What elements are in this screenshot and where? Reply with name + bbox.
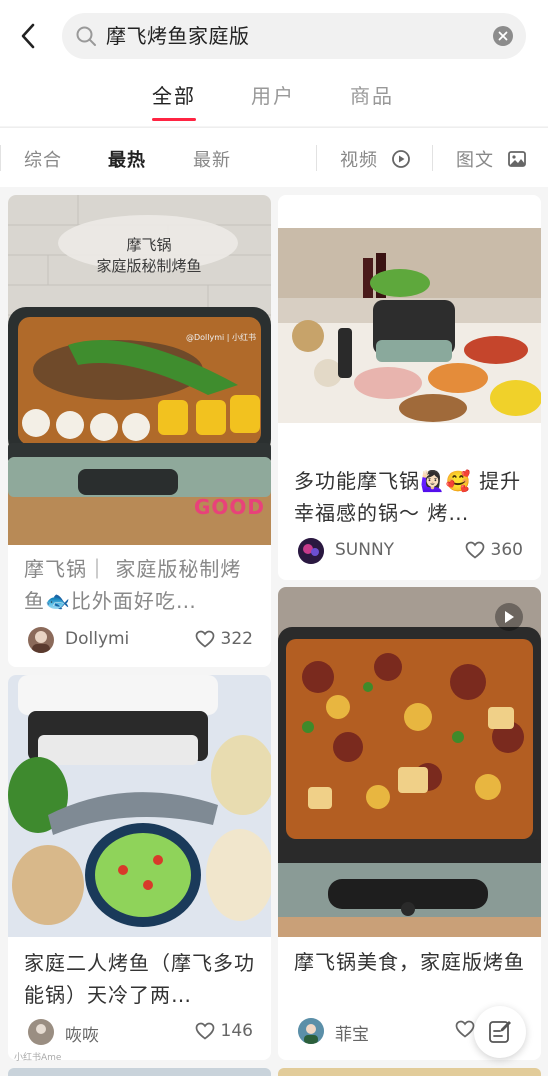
cover-watermark: @Dollymi | 小红书 <box>186 333 257 342</box>
filter-video[interactable]: 视频 <box>340 146 411 172</box>
heart-icon <box>195 1022 214 1040</box>
cover-sticker: GOOD <box>194 495 266 519</box>
edit-icon <box>489 1021 511 1043</box>
author-name[interactable]: Dollymi <box>65 629 129 649</box>
image-icon <box>507 151 526 167</box>
tab-users[interactable]: 用户 <box>251 80 295 109</box>
compose-button[interactable] <box>474 1006 526 1058</box>
like-button[interactable]: 146 <box>195 1021 253 1041</box>
result-tabs: 全部 用户 商品 <box>0 70 548 126</box>
tab-products[interactable]: 商品 <box>350 80 394 109</box>
search-query: 摩飞烤鱼家庭版 <box>106 24 250 48</box>
note-card[interactable]: 家庭二人烤鱼（摩飞多功能锅）天冷了两… 咴咴 146 <box>8 675 271 1060</box>
like-count: 146 <box>220 1021 253 1041</box>
next-card-peek <box>278 1068 541 1076</box>
back-button[interactable] <box>14 18 42 54</box>
like-count: 322 <box>220 629 253 649</box>
author-name[interactable]: 咴咴 <box>65 1021 99 1046</box>
like-button[interactable]: 360 <box>465 540 523 560</box>
note-title: 多功能摩飞锅🙋🏻‍♀️🥰 提升幸福感的锅～ 烤… <box>294 469 522 525</box>
video-play-icon <box>495 603 523 631</box>
note-card[interactable]: 摩飞锅 家庭版秘制烤鱼 @Dollymi | 小红书 GOOD 摩飞锅｜ 家庭版… <box>8 195 271 667</box>
search-header: 摩飞烤鱼家庭版 <box>0 0 548 70</box>
clear-icon[interactable] <box>493 26 513 46</box>
heart-icon <box>465 541 484 559</box>
active-tab-indicator <box>152 118 196 121</box>
divider <box>0 145 1 171</box>
note-cover-image: 摩飞锅 家庭版秘制烤鱼 @Dollymi | 小红书 GOOD <box>8 195 271 545</box>
divider <box>432 145 433 171</box>
note-cover-image <box>278 228 541 423</box>
search-icon <box>76 26 96 46</box>
back-arrow-icon <box>21 23 35 49</box>
note-title: 摩飞锅美食，家庭版烤鱼 <box>294 950 525 974</box>
filter-newest[interactable]: 最新 <box>193 146 231 172</box>
next-card-peek <box>8 1068 271 1076</box>
filter-image-text[interactable]: 图文 <box>456 146 527 172</box>
note-cover-image <box>278 587 541 937</box>
like-button[interactable]: 322 <box>195 629 253 649</box>
author-name[interactable]: SUNNY <box>335 540 394 560</box>
cover-caption: 摩飞锅 家庭版秘制烤鱼 <box>96 236 202 275</box>
search-input[interactable]: 摩飞烤鱼家庭版 <box>62 13 526 59</box>
filter-bar: 综合 最热 最新 视频 图文 <box>0 127 548 187</box>
heart-icon <box>195 630 214 648</box>
filter-hottest[interactable]: 最热 <box>108 146 146 172</box>
avatar[interactable] <box>298 538 324 564</box>
note-title: 家庭二人烤鱼（摩飞多功能锅）天冷了两… <box>24 951 255 1007</box>
author-name[interactable]: 菲宝 <box>335 1020 369 1045</box>
avatar[interactable] <box>28 1019 54 1045</box>
screenshot-watermark: 小红书Ame <box>14 1053 62 1063</box>
avatar[interactable] <box>298 1018 324 1044</box>
filter-image-text-label: 图文 <box>456 150 494 171</box>
filter-comprehensive[interactable]: 综合 <box>24 146 62 172</box>
play-circle-icon <box>391 150 410 168</box>
divider <box>316 145 317 171</box>
heart-icon <box>455 1020 475 1038</box>
note-card[interactable]: 摩飞锅美食，家庭版烤鱼 菲宝 <box>278 587 541 1060</box>
tab-all[interactable]: 全部 <box>152 80 196 109</box>
like-count: 360 <box>490 540 523 560</box>
note-title: 摩飞锅｜ 家庭版秘制烤鱼🐟比外面好吃… <box>24 557 242 613</box>
note-card[interactable]: 多功能摩飞锅🙋🏻‍♀️🥰 提升幸福感的锅～ 烤… SUNNY 360 <box>278 195 541 580</box>
note-cover-image <box>8 675 271 937</box>
avatar[interactable] <box>28 627 54 653</box>
filter-video-label: 视频 <box>340 150 378 171</box>
